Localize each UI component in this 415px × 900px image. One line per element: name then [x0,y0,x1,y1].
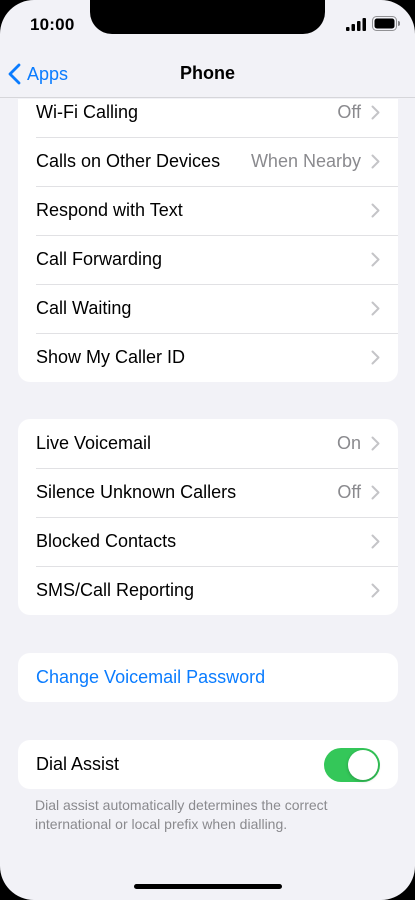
row-value: Off [337,482,361,502]
notch [90,0,325,34]
cellular-signal-icon [346,18,366,31]
row-label: Blocked Contacts [36,531,177,551]
battery-icon [372,16,400,31]
home-indicator[interactable] [134,884,282,889]
row-call-forwarding[interactable]: Call Forwarding [18,235,398,284]
row-label: Silence Unknown Callers [36,482,237,502]
status-bar: 10:00 [0,0,415,50]
chevron-right-icon [371,105,380,120]
row-silence-unknown-callers[interactable]: Silence Unknown Callers Off [18,468,398,517]
row-label: Respond with Text [36,200,183,220]
row-live-voicemail[interactable]: Live Voicemail On [18,419,398,468]
phone-screen: 10:00 Apps Phone Wi-Fi Calling Off Calls… [0,0,415,900]
row-label: Wi-Fi Calling [36,102,139,122]
row-respond-with-text[interactable]: Respond with Text [18,186,398,235]
chevron-right-icon [371,534,380,549]
page-title: Phone [179,63,235,83]
chevron-right-icon [371,301,380,316]
row-dial-assist: Dial Assist [18,740,398,789]
settings-list[interactable]: Wi-Fi Calling Off Calls on Other Devices… [0,99,415,900]
row-value: On [336,433,361,453]
row-label: Call Waiting [36,298,132,318]
row-call-waiting[interactable]: Call Waiting [18,284,398,333]
toggle-knob [348,749,378,780]
row-label: Call Forwarding [36,249,163,269]
chevron-right-icon [371,350,380,365]
change-voicemail-password-label: Change Voicemail Password [36,667,266,687]
row-value: Off [337,102,361,122]
chevron-right-icon [371,436,380,451]
row-sms-call-reporting[interactable]: SMS/Call Reporting [18,566,398,615]
row-label: Dial Assist [36,754,120,774]
row-blocked-contacts[interactable]: Blocked Contacts [18,517,398,566]
chevron-right-icon [371,485,380,500]
row-wifi-calling[interactable]: Wi-Fi Calling Off [18,99,398,137]
chevron-right-icon [371,154,380,169]
chevron-right-icon [371,252,380,267]
navigation-bar: Apps Phone [0,50,415,98]
chevron-right-icon [371,203,380,218]
dial-assist-footnote: Dial assist automatically determines the… [35,797,328,832]
voicemail-settings-group: Live Voicemail On Silence Unknown Caller… [18,419,398,615]
row-value: When Nearby [250,151,361,171]
row-label: Live Voicemail [36,433,152,453]
status-time: 10:00 [30,15,75,34]
row-show-my-caller-id[interactable]: Show My Caller ID [18,333,398,382]
dial-assist-toggle[interactable] [324,747,380,782]
dial-assist-group: Dial Assist [18,740,398,789]
chevron-right-icon [371,583,380,598]
row-calls-on-other-devices[interactable]: Calls on Other Devices When Nearby [18,137,398,186]
row-label: Show My Caller ID [36,347,186,367]
calls-settings-group: Wi-Fi Calling Off Calls on Other Devices… [18,99,398,382]
row-label: SMS/Call Reporting [36,580,195,600]
change-voicemail-password-button[interactable]: Change Voicemail Password [18,653,398,702]
row-label: Calls on Other Devices [36,151,221,171]
voicemail-password-group: Change Voicemail Password [18,653,398,702]
